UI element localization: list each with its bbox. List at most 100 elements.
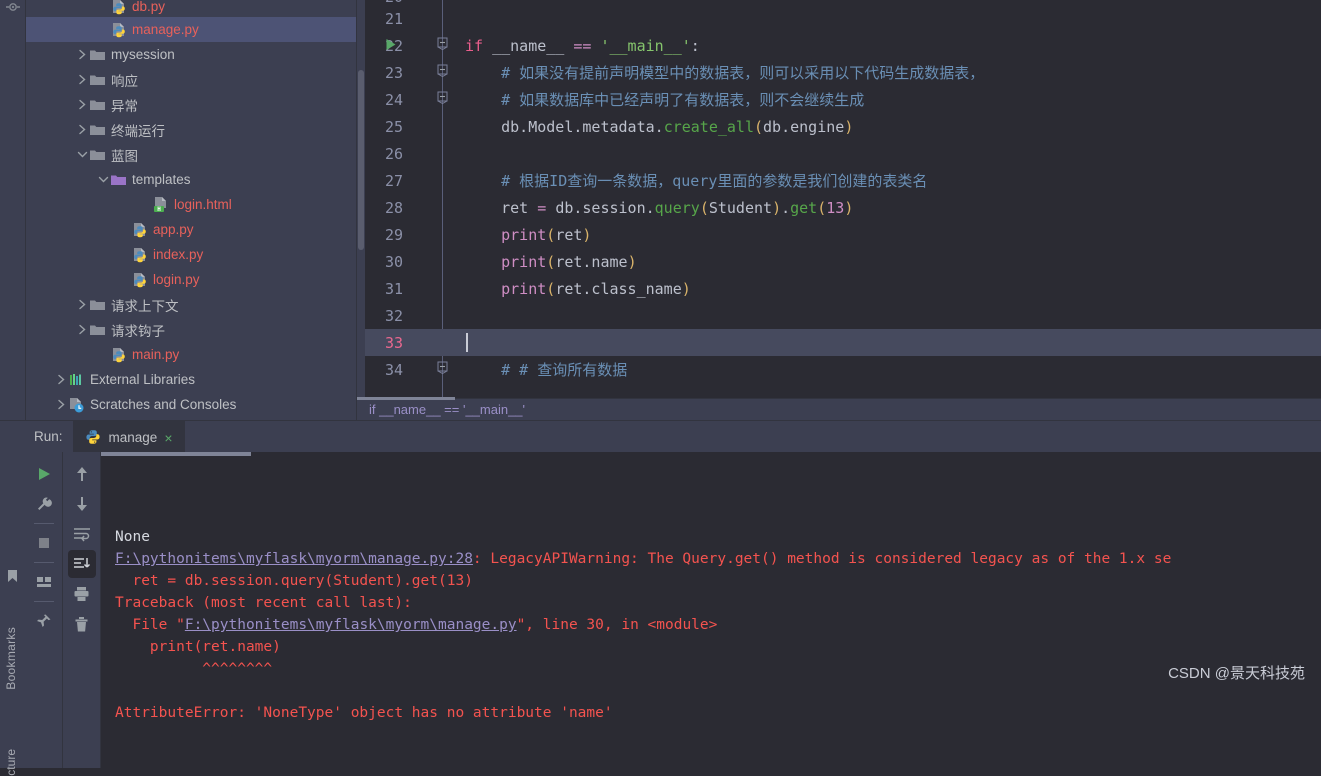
tree-item-templates[interactable]: templates <box>26 167 356 192</box>
tree-item-label: db.py <box>132 0 166 14</box>
tree-item-manage-py[interactable]: manage.py <box>26 17 356 42</box>
fold-marker-column[interactable] <box>437 59 451 86</box>
close-icon[interactable]: × <box>164 431 172 445</box>
fold-marker-column[interactable] <box>441 5 451 32</box>
tree-item-app-py[interactable]: app.py <box>26 217 356 242</box>
fold-marker-column[interactable] <box>441 302 451 329</box>
project-tree[interactable]: db.py manage.py mysession 响应 异常 终端运行 蓝图 templat… <box>26 0 356 420</box>
tree-item-[interactable]: 终端运行 <box>26 117 356 142</box>
bookmark-flag-icon <box>6 569 19 586</box>
scroll-to-end-icon[interactable] <box>67 550 96 578</box>
bookmarks-rail: Bookmarks cture <box>0 452 26 776</box>
code-line-27[interactable]: 27 # 根据ID查询一条数据，query里面的参数是我们创建的表类名 <box>365 167 1321 194</box>
fold-minus-icon[interactable] <box>437 63 448 81</box>
fold-marker-column[interactable] <box>437 356 451 383</box>
run-tab-manage[interactable]: manage × <box>72 421 185 452</box>
tree-item-[interactable]: 响应 <box>26 67 356 92</box>
console-stderr: File " <box>115 617 185 633</box>
fold-marker-column[interactable] <box>441 329 451 356</box>
tree-item-[interactable]: 异常 <box>26 92 356 117</box>
fold-marker-column[interactable] <box>441 275 451 302</box>
pycharm-window: db.py manage.py mysession 响应 异常 终端运行 蓝图 templat… <box>0 0 1321 776</box>
chevron-down-icon[interactable] <box>96 175 110 184</box>
chevron-down-icon[interactable] <box>75 150 89 159</box>
tree-item-login-html[interactable]: Hlogin.html <box>26 192 356 217</box>
run-panel: Run: manage × Bookmarks cture None F:\py… <box>0 420 1321 776</box>
arrow-up-icon[interactable] <box>68 460 96 488</box>
fold-marker-column[interactable] <box>437 86 451 113</box>
fold-minus-icon[interactable] <box>437 360 448 378</box>
pin-icon[interactable] <box>30 607 58 635</box>
folder-purple-icon <box>110 171 127 188</box>
code-line-28[interactable]: 28 ret = db.session.query(Student).get(1… <box>365 194 1321 221</box>
code-lines[interactable]: 202122if __name__ == '__main__':23 # 如果没… <box>357 0 1321 398</box>
arrow-down-icon[interactable] <box>68 490 96 518</box>
code-line-25[interactable]: 25 db.Model.metadata.create_all(db.engin… <box>365 113 1321 140</box>
fold-marker-column[interactable] <box>437 32 451 59</box>
console-file-link[interactable]: F:\pythonitems\myflask\myorm\manage.py:2… <box>115 551 473 567</box>
run-tab-bar: Run: manage × <box>0 420 1321 452</box>
tree-item-main-py[interactable]: main.py <box>26 342 356 367</box>
line-number: 21 <box>384 9 403 28</box>
run-line-play-icon[interactable] <box>385 37 397 55</box>
code-line-26[interactable]: 26 <box>365 140 1321 167</box>
python-file-icon <box>131 221 148 238</box>
chevron-right-icon[interactable] <box>75 99 89 110</box>
tree-item-login-py[interactable]: login.py <box>26 267 356 292</box>
folder-icon <box>89 146 106 163</box>
fold-marker-column[interactable] <box>441 248 451 275</box>
fold-marker-column[interactable] <box>441 167 451 194</box>
breadcrumb-scroll-thumb[interactable] <box>357 397 455 400</box>
chevron-right-icon[interactable] <box>75 124 89 135</box>
code-line-33[interactable]: 33 <box>365 329 1321 356</box>
chevron-right-icon[interactable] <box>75 49 89 60</box>
tree-item-db-py[interactable]: db.py <box>26 0 356 17</box>
code-line-32[interactable]: 32 <box>365 302 1321 329</box>
line-number: 28 <box>384 198 403 217</box>
code-line-24[interactable]: 24 # 如果数据库中已经声明了有数据表，则不会继续生成 <box>365 86 1321 113</box>
tree-item-[interactable]: 蓝图 <box>26 142 356 167</box>
tree-item-index-py[interactable]: index.py <box>26 242 356 267</box>
stop-square-icon[interactable] <box>30 529 58 557</box>
chevron-right-icon[interactable] <box>54 399 68 410</box>
code-line-30[interactable]: 30 print(ret.name) <box>365 248 1321 275</box>
fold-marker-column[interactable] <box>441 140 451 167</box>
chevron-right-icon[interactable] <box>75 74 89 85</box>
run-console-output[interactable]: None F:\pythonitems\myflask\myorm\manage.… <box>101 452 1321 768</box>
code-line-22[interactable]: 22 if __name__ == '__main__': <box>365 32 1321 59</box>
fold-marker-column[interactable] <box>441 113 451 140</box>
chevron-right-icon[interactable] <box>75 324 89 335</box>
breadcrumb[interactable]: if __name__ == '__main__' <box>357 397 1321 420</box>
chevron-right-icon[interactable] <box>54 374 68 385</box>
rerun-play-icon[interactable] <box>30 460 58 488</box>
soft-wrap-icon[interactable] <box>68 520 96 548</box>
chevron-right-icon[interactable] <box>75 299 89 310</box>
code-line-23[interactable]: 23 # 如果没有提前声明模型中的数据表，则可以采用以下代码生成数据表， <box>365 59 1321 86</box>
trash-icon[interactable] <box>68 610 96 638</box>
code-line-29[interactable]: 29 print(ret) <box>365 221 1321 248</box>
run-panel-label: Run: <box>34 429 63 444</box>
fold-minus-icon[interactable] <box>437 36 448 54</box>
tree-item-mysession[interactable]: mysession <box>26 42 356 67</box>
code-line-34[interactable]: 34 # # 查询所有数据 <box>365 356 1321 383</box>
code-line-21[interactable]: 21 <box>365 5 1321 32</box>
tree-item-[interactable]: 请求钩子 <box>26 317 356 342</box>
print-icon[interactable] <box>68 580 96 608</box>
console-file-link[interactable]: F:\pythonitems\myflask\myorm\manage.py <box>185 617 517 633</box>
tree-item-external-libraries[interactable]: External Libraries <box>26 367 356 392</box>
layout-icon[interactable] <box>30 568 58 596</box>
tree-item-scratches-and-consoles[interactable]: Scratches and Consoles <box>26 392 356 417</box>
code-line-31[interactable]: 31 print(ret.class_name) <box>365 275 1321 302</box>
code-editor[interactable]: 202122if __name__ == '__main__':23 # 如果没… <box>356 0 1321 420</box>
fold-marker-column[interactable] <box>441 221 451 248</box>
structure-label[interactable]: cture <box>4 749 18 776</box>
wrench-icon[interactable] <box>30 490 58 518</box>
console-line: Traceback (most recent call last): <box>115 592 1321 614</box>
console-horizontal-scrollbar[interactable] <box>101 452 251 456</box>
bookmarks-label[interactable]: Bookmarks <box>4 627 18 690</box>
fold-marker-column[interactable] <box>441 194 451 221</box>
settings-gear-icon[interactable] <box>4 2 22 16</box>
fold-minus-icon[interactable] <box>437 90 448 108</box>
tree-item-[interactable]: 请求上下文 <box>26 292 356 317</box>
console-text: None F:\pythonitems\myflask\myorm\manage.… <box>115 526 1321 724</box>
